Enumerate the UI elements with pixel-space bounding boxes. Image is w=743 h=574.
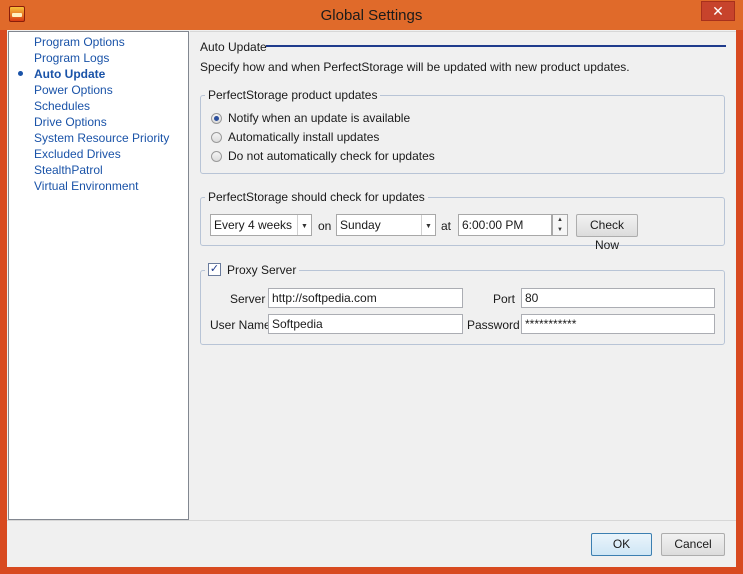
chevron-down-icon[interactable]: ▼: [297, 215, 311, 235]
time-spinner[interactable]: ▲ ▼: [552, 214, 568, 236]
sidebar-item-drive-options[interactable]: Drive Options: [34, 114, 107, 130]
title-bar: Global Settings ✕: [0, 0, 743, 30]
footer-divider: [7, 520, 736, 521]
sidebar-item-schedules[interactable]: Schedules: [34, 98, 90, 114]
sidebar-item-program-logs[interactable]: Program Logs: [34, 50, 109, 66]
day-value: Sunday: [340, 218, 381, 232]
port-field[interactable]: 80: [521, 288, 715, 308]
sidebar-item-virtual-environment[interactable]: Virtual Environment: [34, 178, 139, 194]
section-divider: [266, 45, 726, 47]
server-label: Server: [230, 292, 266, 306]
time-value: 6:00:00 PM: [462, 218, 524, 232]
frequency-dropdown[interactable]: Every 4 weeks ▼: [210, 214, 312, 236]
close-button[interactable]: ✕: [701, 1, 735, 21]
settings-nav: Program Options Program Logs Auto Update…: [8, 31, 189, 520]
sidebar-item-auto-update[interactable]: Auto Update: [34, 66, 105, 82]
at-label: at: [441, 219, 452, 233]
spin-up-icon[interactable]: ▲: [553, 215, 567, 225]
cancel-button[interactable]: Cancel: [661, 533, 725, 556]
radio-auto-install-label: Automatically install updates: [228, 130, 380, 144]
radio-selected-icon[interactable]: [211, 113, 222, 124]
frequency-value: Every 4 weeks: [214, 218, 293, 232]
section-description: Specify how and when PerfectStorage will…: [200, 60, 630, 74]
radio-notify-label: Notify when an update is available: [228, 111, 411, 125]
product-updates-label: PerfectStorage product updates: [205, 88, 381, 102]
check-schedule-label: PerfectStorage should check for updates: [205, 190, 428, 204]
password-label: Password: [467, 318, 520, 332]
chevron-down-icon[interactable]: ▼: [421, 215, 435, 235]
section-title: Auto Update: [200, 40, 267, 54]
sidebar-item-program-options[interactable]: Program Options: [34, 34, 125, 50]
time-input[interactable]: 6:00:00 PM: [458, 214, 552, 236]
on-label: on: [318, 219, 332, 233]
sidebar-item-stealthpatrol[interactable]: StealthPatrol: [34, 162, 103, 178]
username-field[interactable]: Softpedia: [268, 314, 463, 334]
ok-button[interactable]: OK: [591, 533, 652, 556]
radio-no-check-label: Do not automatically check for updates: [228, 149, 435, 163]
port-label: Port: [493, 292, 516, 306]
radio-unselected-icon[interactable]: [211, 132, 222, 143]
selected-bullet-icon: [18, 71, 23, 76]
check-now-button[interactable]: Check Now: [576, 214, 638, 252]
spin-down-icon[interactable]: ▼: [553, 225, 567, 235]
sidebar-item-system-resource-priority[interactable]: System Resource Priority: [34, 130, 169, 146]
server-field[interactable]: http://softpedia.com: [268, 288, 463, 308]
window-title: Global Settings: [320, 7, 423, 24]
day-dropdown[interactable]: Sunday ▼: [336, 214, 436, 236]
radio-unselected-icon[interactable]: [211, 151, 222, 162]
username-label: User Name: [210, 318, 271, 332]
proxy-checkbox[interactable]: ✓: [208, 263, 221, 276]
sidebar-item-excluded-drives[interactable]: Excluded Drives: [34, 146, 121, 162]
password-field[interactable]: ***********: [521, 314, 715, 334]
sidebar-item-power-options[interactable]: Power Options: [34, 82, 113, 98]
